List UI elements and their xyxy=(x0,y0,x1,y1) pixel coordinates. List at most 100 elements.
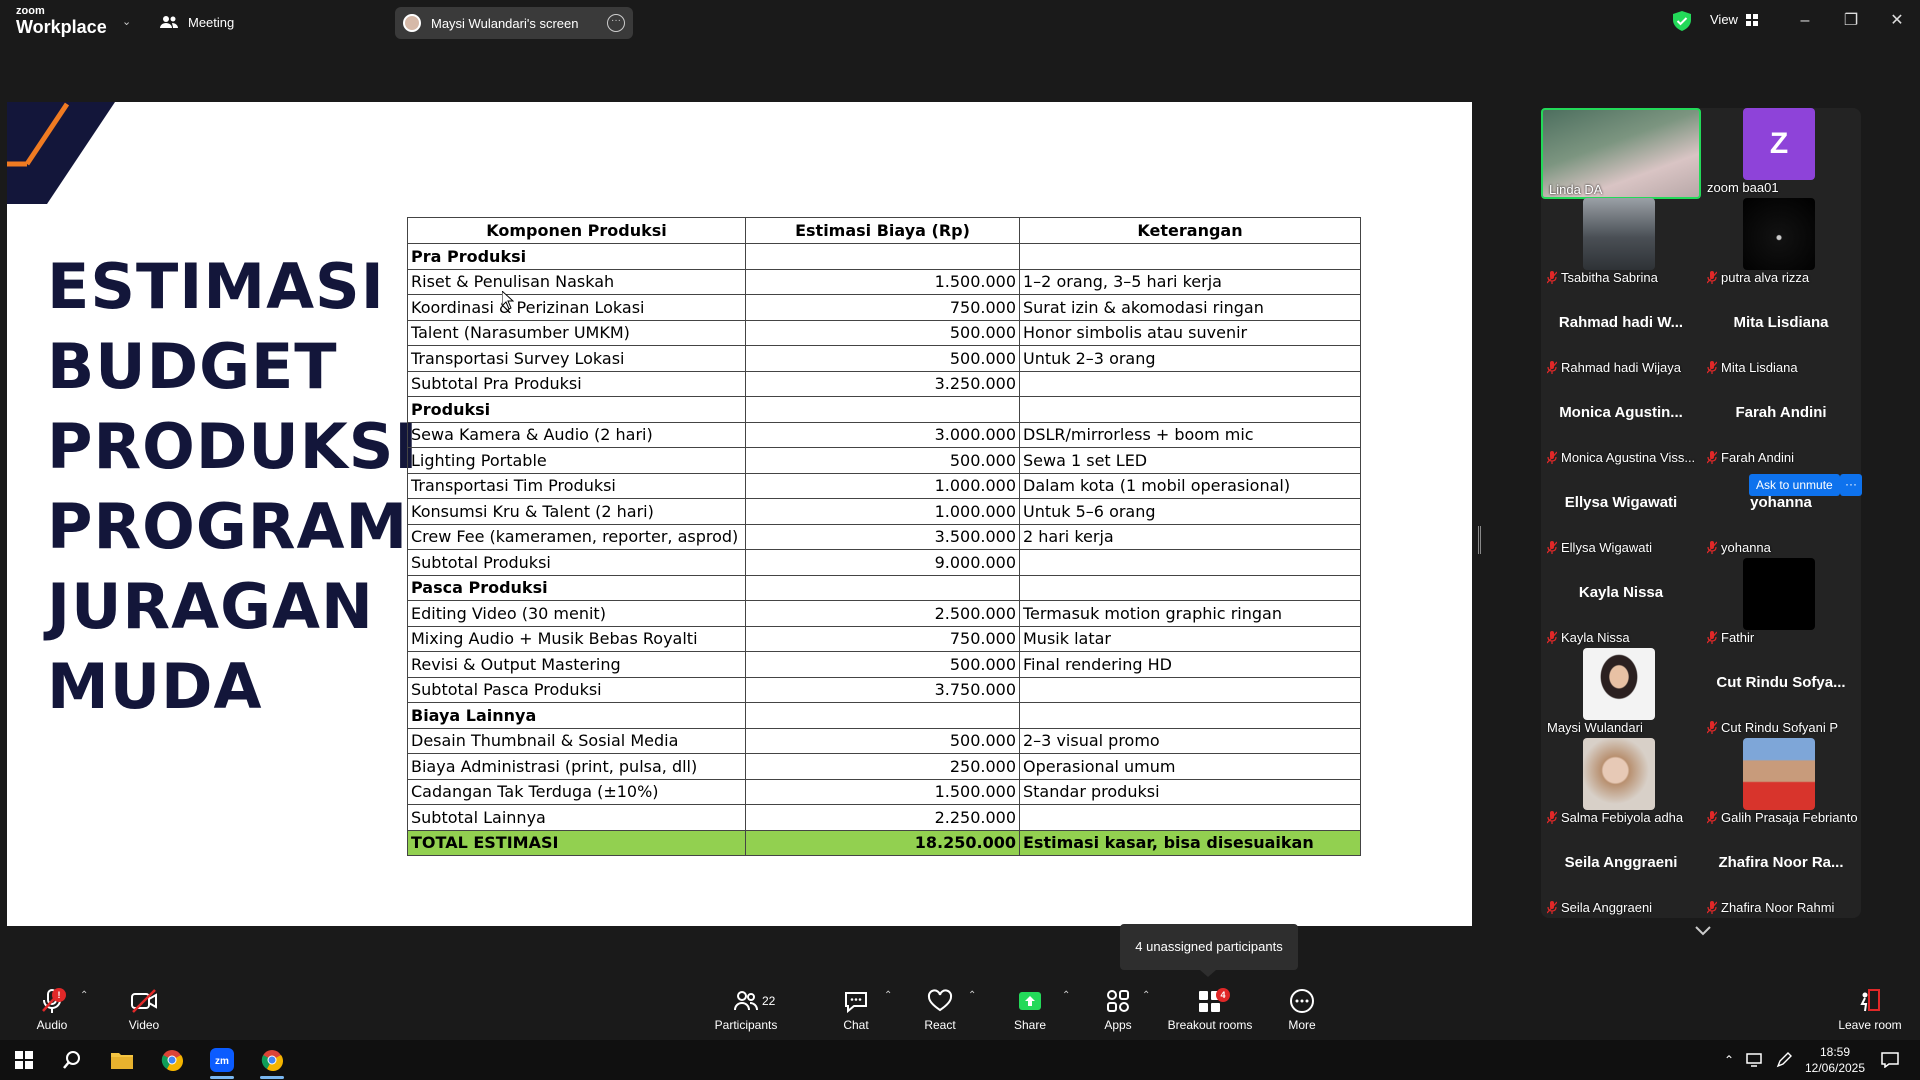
participant-name: Linda DA xyxy=(1549,182,1603,197)
participant-tile[interactable]: Kayla Nissa Kayla Nissa xyxy=(1541,558,1701,648)
participant-name: zoom baa01 xyxy=(1707,180,1779,195)
table-row: Editing Video (30 menit) 2.500.000 Termasu… xyxy=(407,600,1361,627)
video-button[interactable]: Video xyxy=(114,980,174,1040)
table-row: Desain Thumbnail & Sosial Media 500.000 2–… xyxy=(407,728,1361,754)
component-cell: Talent (Narasumber UMKM) xyxy=(407,320,746,346)
participants-button[interactable]: Participants xyxy=(706,980,786,1040)
participant-tile[interactable]: Linda DA xyxy=(1541,108,1701,199)
security-shield-icon[interactable] xyxy=(1673,11,1691,31)
participant-tile[interactable]: Rahmad hadi W... Rahmad hadi Wijaya xyxy=(1541,288,1701,378)
clock-time: 18:59 xyxy=(1819,1045,1851,1059)
chrome-icon[interactable] xyxy=(148,1040,196,1080)
participant-tile[interactable]: Ellysa Wigawati Ellysa Wigawati xyxy=(1541,468,1701,558)
participant-gallery[interactable]: Linda DA Zzoom baa01 Tsabitha Sabrina putra… xyxy=(1541,108,1861,918)
slide-title-line: PRODUKSI xyxy=(47,410,419,483)
note-cell xyxy=(1019,677,1361,703)
view-button[interactable]: View xyxy=(1710,12,1758,27)
share-options-caret[interactable]: ⌃ xyxy=(1062,990,1070,1001)
restore-icon[interactable]: ❐ xyxy=(1836,8,1866,34)
leave-room-button[interactable]: Leave room xyxy=(1830,980,1910,1040)
participant-tile[interactable]: Monica Agustin... Monica Agustina Viss... xyxy=(1541,378,1701,468)
participant-name-label: Salma Febiyola adha xyxy=(1546,810,1683,825)
microphone-muted-icon xyxy=(1546,901,1558,914)
audio-button[interactable]: Audio xyxy=(22,980,82,1040)
svg-text:zm: zm xyxy=(215,1056,229,1067)
chevron-down-icon[interactable]: ⌄ xyxy=(122,15,131,28)
meeting-menu-button[interactable]: Meeting xyxy=(160,12,234,32)
zoom-logo[interactable]: zoom Workplace xyxy=(16,6,107,37)
share-label: Share xyxy=(1013,1018,1047,1032)
minimize-icon[interactable]: – xyxy=(1790,8,1820,34)
chevron-down-icon[interactable] xyxy=(1693,924,1713,938)
participant-name: Rahmad hadi Wijaya xyxy=(1561,360,1681,375)
react-options-caret[interactable]: ⌃ xyxy=(968,990,976,1001)
breakout-rooms-button[interactable]: Breakout rooms xyxy=(1160,980,1260,1040)
audio-options-caret[interactable]: ⌃ xyxy=(80,990,88,1001)
note-cell: Untuk 5–6 orang xyxy=(1019,498,1361,525)
avatar: Z xyxy=(1743,108,1815,180)
participant-tile[interactable]: Salma Febiyola adha xyxy=(1541,738,1701,828)
participant-tile[interactable]: Tsabitha Sabrina xyxy=(1541,198,1701,288)
share-button[interactable]: Share xyxy=(1000,980,1060,1040)
table-row: Transportasi Survey Lokasi 500.000 Untuk 2… xyxy=(407,345,1361,372)
more-button[interactable]: More xyxy=(1272,980,1332,1040)
participant-name-label: Fathir xyxy=(1706,630,1754,645)
participant-tile[interactable]: Galih Prasaja Febrianto xyxy=(1701,738,1861,828)
resize-handle[interactable] xyxy=(1478,526,1481,554)
people-icon xyxy=(160,16,178,28)
component-cell: Subtotal Produksi xyxy=(407,549,746,576)
participant-tile[interactable]: Zzoom baa01 xyxy=(1701,108,1861,198)
windows-start-icon[interactable] xyxy=(0,1040,48,1080)
file-explorer-icon[interactable] xyxy=(98,1040,146,1080)
apps-options-caret[interactable]: ⌃ xyxy=(1142,990,1150,1001)
participant-name-label: putra alva rizza xyxy=(1706,270,1809,285)
participant-name-label: Galih Prasaja Febrianto xyxy=(1706,810,1858,825)
table-row: Talent (Narasumber UMKM) 500.000 Honor sim… xyxy=(407,320,1361,346)
component-cell: Riset & Penulisan Naskah xyxy=(407,269,746,295)
close-icon[interactable]: ✕ xyxy=(1882,8,1912,34)
chat-button[interactable]: Chat xyxy=(826,980,886,1040)
participant-tile[interactable]: Mita Lisdiana Mita Lisdiana xyxy=(1701,288,1861,378)
participant-display-name: Zhafira Noor Ra... xyxy=(1718,854,1844,871)
table-row: Mixing Audio + Musik Bebas Royalti 750.00… xyxy=(407,626,1361,652)
chrome-icon[interactable] xyxy=(248,1040,296,1080)
participant-tile[interactable]: putra alva rizza xyxy=(1701,198,1861,288)
view-label: View xyxy=(1710,12,1738,27)
chat-options-caret[interactable]: ⌃ xyxy=(884,990,892,1001)
participant-tile[interactable]: Cut Rindu Sofya... Cut Rindu Sofyani P xyxy=(1701,648,1861,738)
pen-icon[interactable] xyxy=(1776,1052,1792,1068)
note-cell xyxy=(1019,371,1361,397)
microphone-muted-icon xyxy=(1706,811,1718,824)
participant-tile[interactable]: Seila Anggraeni Seila Anggraeni xyxy=(1541,828,1701,918)
slide-title-line: JURAGAN xyxy=(47,570,374,643)
participant-tile[interactable]: Fathir xyxy=(1701,558,1861,648)
participant-tile[interactable]: Zhafira Noor Ra... Zhafira Noor Rahmi xyxy=(1701,828,1861,918)
note-cell: Dalam kota (1 mobil operasional) xyxy=(1019,473,1361,499)
component-cell: Transportasi Survey Lokasi xyxy=(407,345,746,372)
video-off-icon xyxy=(131,989,157,1013)
chevron-up-icon[interactable]: ⌃ xyxy=(1718,1053,1740,1067)
cost-cell: 1.500.000 xyxy=(745,779,1020,805)
react-button[interactable]: React xyxy=(910,980,970,1040)
taskbar-clock[interactable]: 18:59 12/06/2025 xyxy=(1802,1044,1868,1076)
participant-more-button[interactable]: ··· xyxy=(1840,474,1862,496)
apps-button[interactable]: Apps xyxy=(1088,980,1148,1040)
grid-view-icon xyxy=(1745,13,1758,26)
participant-tile[interactable]: Farah Andini Farah Andini xyxy=(1701,378,1861,468)
logo-line-2: Workplace xyxy=(16,17,107,37)
more-options-icon[interactable]: ··· xyxy=(607,14,625,32)
search-icon[interactable] xyxy=(48,1040,96,1080)
network-icon[interactable] xyxy=(1746,1053,1764,1067)
component-cell: Editing Video (30 menit) xyxy=(407,600,746,627)
screen-share-tab[interactable]: Maysi Wulandari's screen ··· xyxy=(395,7,633,39)
zoom-taskbar-icon[interactable]: zm xyxy=(198,1040,246,1080)
participant-name: Kayla Nissa xyxy=(1561,630,1630,645)
participant-photo xyxy=(1583,198,1655,270)
participant-name: Mita Lisdiana xyxy=(1721,360,1798,375)
slide-title-line: PROGRAM xyxy=(47,490,409,563)
participant-display-name: Seila Anggraeni xyxy=(1564,854,1678,871)
notification-icon[interactable] xyxy=(1866,1040,1914,1080)
cost-cell: 3.000.000 xyxy=(745,422,1020,448)
participant-tile[interactable]: Maysi Wulandari xyxy=(1541,648,1701,738)
ask-to-unmute-button[interactable]: Ask to unmute xyxy=(1749,474,1840,496)
